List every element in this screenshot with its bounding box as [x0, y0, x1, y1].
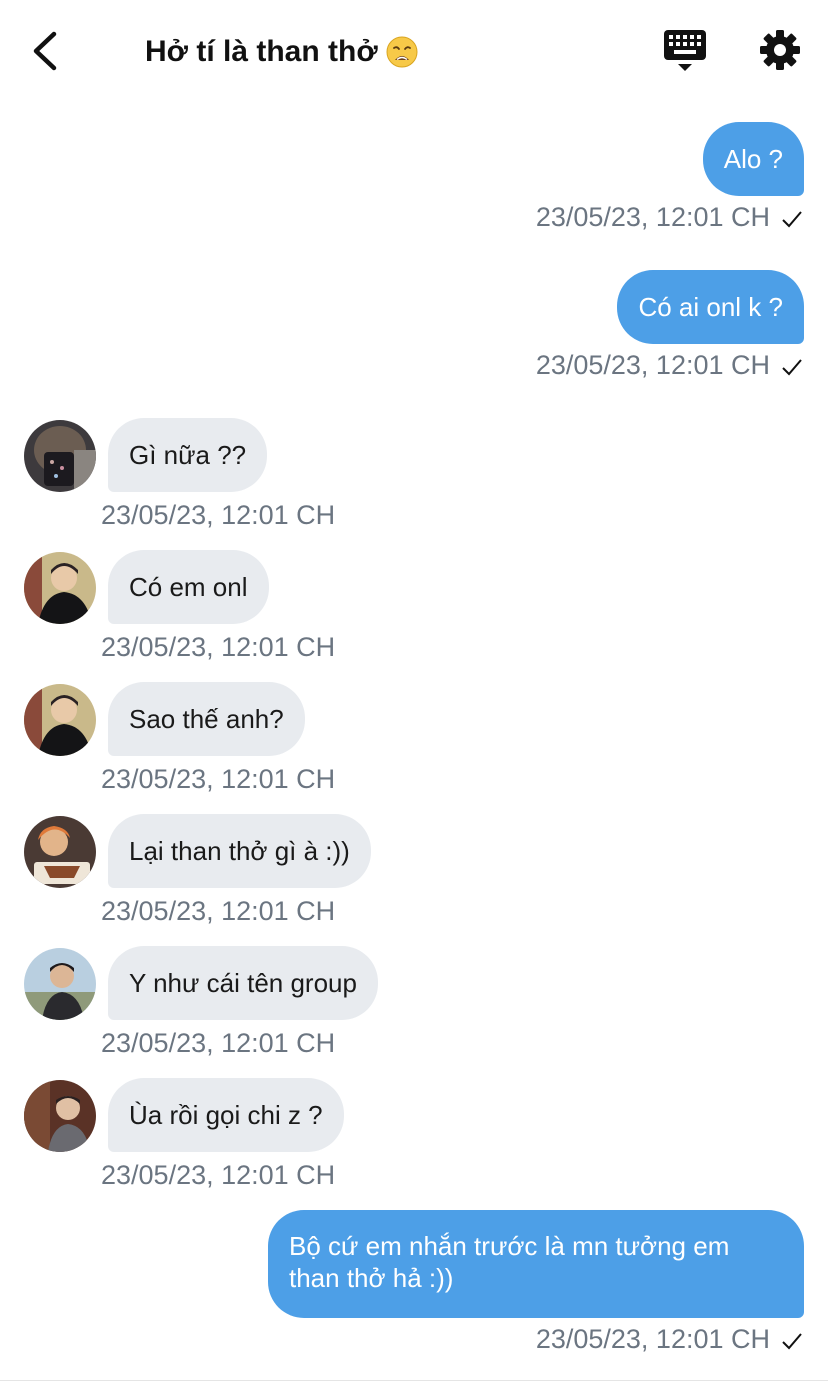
message-text: Ùa rồi gọi chi z ? [129, 1100, 323, 1130]
chat-title-container: Hở tí là than thở [145, 32, 418, 72]
incoming-message-bubble[interactable]: Gì nữa ?? [108, 418, 268, 492]
avatar[interactable] [24, 552, 96, 624]
message-timestamp: 23/05/23, 12:01 CH [101, 500, 336, 530]
avatar-photo [24, 684, 96, 756]
outgoing-message-bubble[interactable]: Có ai onl k ? [617, 270, 804, 344]
message-text: Sao thế anh? [129, 704, 284, 734]
avatar-photo [24, 1080, 96, 1152]
incoming-message-bubble[interactable]: Sao thế anh? [108, 682, 305, 756]
read-check-icon [782, 1333, 802, 1350]
weary-face-emoji-icon [386, 36, 418, 68]
message-timestamp: 23/05/23, 12:01 CH [101, 764, 336, 794]
outgoing-message-bubble[interactable]: Alo ? [702, 122, 804, 196]
avatar-photo [24, 948, 96, 1020]
timestamp-text: 23/05/23, 12:01 CH [535, 1324, 770, 1354]
avatar[interactable] [24, 420, 96, 492]
avatar-photo [24, 552, 96, 624]
keyboard-icon [664, 30, 706, 71]
avatar-photo [24, 420, 96, 492]
outgoing-message-bubble[interactable]: Bộ cứ em nhắn trước là mn tưởng em than … [268, 1210, 804, 1318]
settings-button[interactable] [756, 26, 804, 74]
incoming-message-bubble[interactable]: Y như cái tên group [108, 946, 378, 1020]
message-text: Y như cái tên group [129, 968, 357, 998]
chevron-left-icon [33, 31, 57, 71]
avatar[interactable] [24, 684, 96, 756]
back-button[interactable] [22, 26, 68, 76]
message-timestamp: 23/05/23, 12:01 CH [101, 1160, 336, 1190]
chat-title: Hở tí là than thở [145, 35, 378, 68]
avatar[interactable] [24, 948, 96, 1020]
bottom-divider [0, 1380, 828, 1381]
message-text: Có ai onl k ? [638, 292, 783, 322]
chat-header: Hở tí là than thở [0, 0, 828, 100]
message-text: Alo ? [723, 144, 783, 174]
read-check-icon [782, 359, 802, 376]
avatar[interactable] [24, 816, 96, 888]
timestamp-text: 23/05/23, 12:01 CH [535, 202, 770, 232]
message-text: Bộ cứ em nhắn trước là mn tưởng em than … [289, 1231, 730, 1293]
avatar-photo [24, 816, 96, 888]
avatar[interactable] [24, 1080, 96, 1152]
message-timestamp: 23/05/23, 12:01 CH [101, 896, 336, 926]
message-timestamp: 23/05/23, 12:01 CH [101, 632, 336, 662]
message-timestamp: 23/05/23, 12:01 CH [536, 350, 804, 381]
read-check-icon [782, 211, 802, 228]
incoming-message-bubble[interactable]: Lại than thở gì à :)) [108, 814, 371, 888]
message-timestamp: 23/05/23, 12:01 CH [536, 202, 804, 233]
message-timestamp: 23/05/23, 12:01 CH [536, 1324, 804, 1355]
timestamp-text: 23/05/23, 12:01 CH [535, 350, 770, 380]
keyboard-button[interactable] [660, 26, 710, 76]
gear-icon [760, 30, 800, 70]
message-timestamp: 23/05/23, 12:01 CH [101, 1028, 336, 1058]
message-text: Lại than thở gì à :)) [129, 836, 350, 866]
message-text: Gì nữa ?? [129, 440, 247, 470]
message-text: Có em onl [129, 572, 248, 602]
incoming-message-bubble[interactable]: Có em onl [108, 550, 269, 624]
incoming-message-bubble[interactable]: Ùa rồi gọi chi z ? [108, 1078, 344, 1152]
